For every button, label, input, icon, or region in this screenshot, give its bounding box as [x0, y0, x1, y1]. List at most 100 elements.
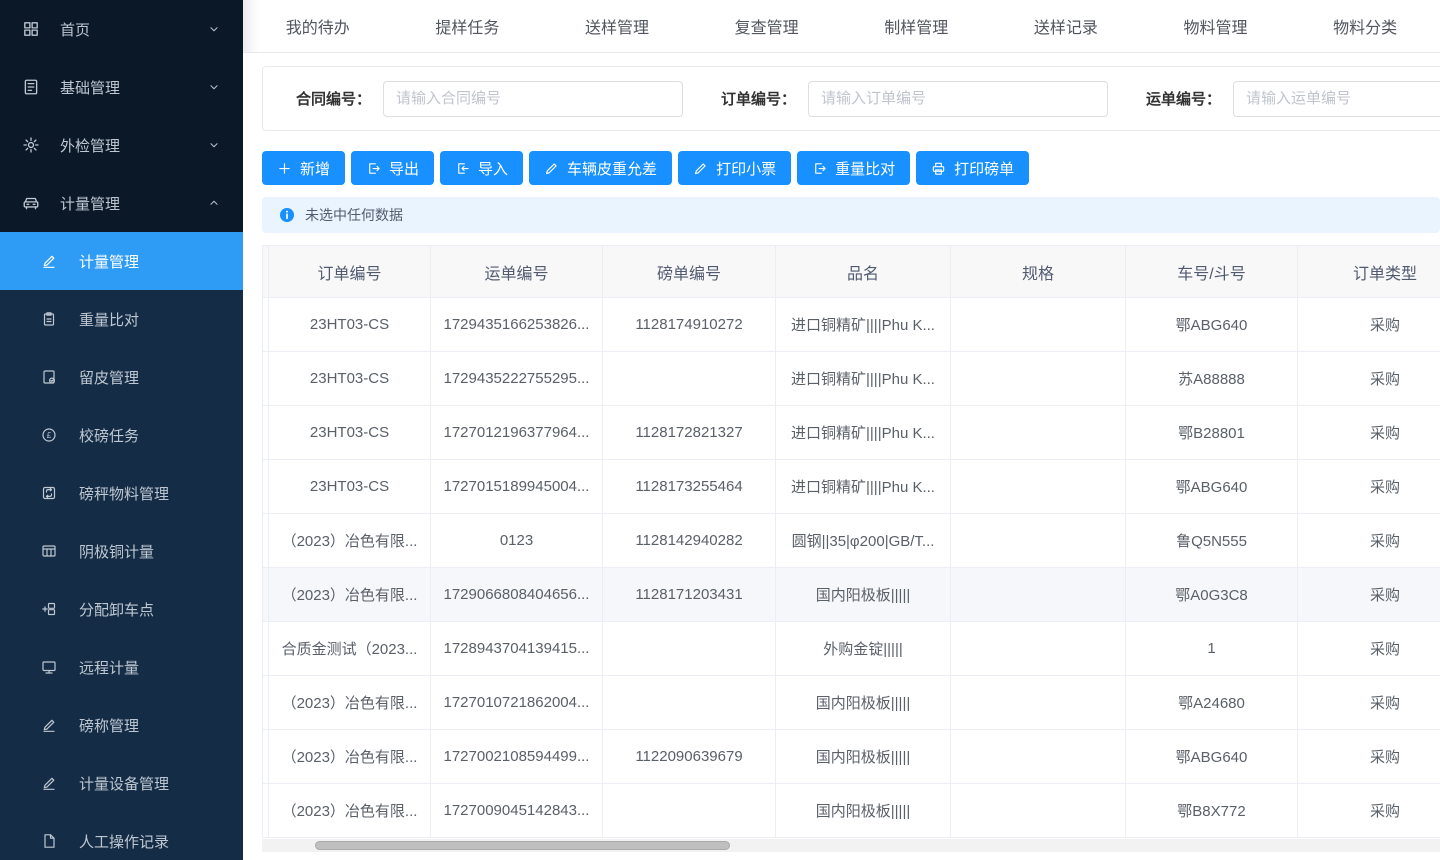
table-row[interactable]: 合质金测试（2023...1728943704139415...外购金锭||||…	[263, 622, 1440, 676]
contract-no-input[interactable]	[383, 81, 683, 117]
table-row[interactable]: （2023）冶色有限...1727010721862004...国内阳极板|||…	[263, 676, 1440, 730]
sidebar-item-tare-retention-mgmt[interactable]: 留皮管理	[0, 348, 243, 406]
table-row[interactable]: （2023）冶色有限...1727009045142843...国内阳极板|||…	[263, 784, 1440, 838]
plus-icon	[277, 161, 292, 176]
file-check-icon	[41, 369, 57, 385]
sidebar-item-basic-mgmt[interactable]: 基础管理	[0, 58, 243, 116]
table-cell: 1729066808404656...	[431, 568, 603, 622]
add-button[interactable]: 新增	[262, 151, 345, 185]
button-label: 打印小票	[716, 158, 776, 179]
table-cell: 鄂ABG640	[1126, 460, 1298, 514]
table-cell	[951, 568, 1126, 622]
column-header[interactable]: 磅单编号	[603, 246, 776, 298]
tab-sample-making-mgmt[interactable]: 制样管理	[842, 14, 992, 38]
sidebar-item-scale-mgmt[interactable]: 磅称管理	[0, 696, 243, 754]
alert-text: 未选中任何数据	[305, 205, 403, 225]
sidebar-item-remote-metering[interactable]: 远程计量	[0, 638, 243, 696]
tab-sample-delivery-record[interactable]: 送样记录	[991, 14, 1141, 38]
vehicle-tare-tolerance-button[interactable]: 车辆皮重允差	[529, 151, 672, 185]
sidebar-item-weight-compare[interactable]: 重量比对	[0, 290, 243, 348]
sidebar-item-label: 基础管理	[60, 77, 120, 98]
chevron-up-icon	[207, 196, 221, 210]
tab-recheck-mgmt[interactable]: 复查管理	[692, 14, 842, 38]
sidebar-item-label: 分配卸车点	[79, 599, 154, 620]
print-ticket-button[interactable]: 打印小票	[678, 151, 791, 185]
table-cell: 1728943704139415...	[431, 622, 603, 676]
sidebar-item-metering-mgmt[interactable]: 计量管理	[0, 174, 243, 232]
table-cell: 采购	[1298, 514, 1440, 568]
sidebar-item-manual-operation-log[interactable]: 人工操作记录	[0, 812, 243, 860]
export-button[interactable]: 导出	[351, 151, 434, 185]
table-cell: 23HT03-CS	[269, 298, 431, 352]
svg-text:£: £	[47, 431, 52, 440]
table-row[interactable]: （2023）冶色有限...1727002108594499...11220906…	[263, 730, 1440, 784]
sidebar: 首页 基础管理 外检管理 计量管理 计量管理 重量比对 留皮管理 £ 校磅任务 …	[0, 0, 243, 860]
order-no-input[interactable]	[808, 81, 1108, 117]
table-row[interactable]: 23HT03-CS1729435222755295...进口铜精矿||||Phu…	[263, 352, 1440, 406]
sidebar-item-label: 留皮管理	[79, 367, 139, 388]
chevron-down-icon	[207, 22, 221, 36]
clipboard-icon	[41, 311, 57, 327]
pound-circle-icon: £	[41, 427, 57, 443]
sidebar-item-cathode-copper-metering[interactable]: 阴极铜计量	[0, 522, 243, 580]
sidebar-item-external-inspection-mgmt[interactable]: 外检管理	[0, 116, 243, 174]
chevron-down-icon	[207, 138, 221, 152]
tab-material-mgmt[interactable]: 物料管理	[1141, 14, 1291, 38]
filter-group: 订单编号：	[721, 81, 1108, 117]
table-row[interactable]: 23HT03-CS1727015189945004...112817325546…	[263, 460, 1440, 514]
sidebar-item-home[interactable]: 首页	[0, 0, 243, 58]
sidebar-item-label: 计量设备管理	[79, 773, 169, 794]
table-row[interactable]: （2023）冶色有限...1729066808404656...11281712…	[263, 568, 1440, 622]
table-cell: 1729435166253826...	[431, 298, 603, 352]
button-label: 打印磅单	[954, 158, 1014, 179]
sidebar-item-metering-device-mgmt[interactable]: 计量设备管理	[0, 754, 243, 812]
sidebar-item-unload-point-assign[interactable]: 分配卸车点	[0, 580, 243, 638]
print-weighbridge-slip-button[interactable]: 打印磅单	[916, 151, 1029, 185]
table-cell: 国内阳极板|||||	[776, 784, 951, 838]
table-cell: 进口铜精矿||||Phu K...	[776, 406, 951, 460]
sidebar-item-label: 远程计量	[79, 657, 139, 678]
column-header[interactable]: 订单编号	[269, 246, 431, 298]
monitor-icon	[41, 659, 57, 675]
table-row[interactable]: （2023）冶色有限...01231128142940282圆钢||35|φ20…	[263, 514, 1440, 568]
table-cell	[603, 352, 776, 406]
table-cell: 鲁Q5N555	[1126, 514, 1298, 568]
column-header[interactable]: 订单类型	[1298, 246, 1440, 298]
sync-square-icon	[41, 485, 57, 501]
button-label: 重量比对	[835, 158, 895, 179]
pencil-icon	[41, 717, 57, 733]
table-cell: 鄂B28801	[1126, 406, 1298, 460]
scrollbar-thumb[interactable]	[315, 841, 730, 850]
column-header[interactable]: 车号/斗号	[1126, 246, 1298, 298]
import-button[interactable]: 导入	[440, 151, 523, 185]
column-header[interactable]: 品名	[776, 246, 951, 298]
column-header[interactable]: 规格	[951, 246, 1126, 298]
weight-compare-button[interactable]: 重量比对	[797, 151, 910, 185]
tab-my-todo[interactable]: 我的待办	[243, 14, 393, 38]
sidebar-item-label: 阴极铜计量	[79, 541, 154, 562]
button-label: 导出	[389, 158, 419, 179]
sidebar-item-label: 外检管理	[60, 135, 120, 156]
sidebar-item-scale-material-mgmt[interactable]: 磅秤物料管理	[0, 464, 243, 522]
sidebar-item-scale-calibration-task[interactable]: £ 校磅任务	[0, 406, 243, 464]
grid-icon	[22, 20, 40, 38]
table-cell	[951, 514, 1126, 568]
gear-icon	[22, 136, 40, 154]
sidebar-item-label: 计量管理	[60, 193, 120, 214]
tab-sampling-task[interactable]: 提样任务	[393, 14, 543, 38]
filter-label: 运单编号：	[1146, 88, 1221, 109]
table-row[interactable]: 23HT03-CS1727012196377964...112817282132…	[263, 406, 1440, 460]
horizontal-scrollbar[interactable]	[262, 839, 1440, 852]
tab-material-category[interactable]: 物料分类	[1290, 14, 1440, 38]
table-cell: 采购	[1298, 406, 1440, 460]
export-icon	[812, 161, 827, 176]
tab-sample-delivery-mgmt[interactable]: 送样管理	[542, 14, 692, 38]
table-cell: 1727015189945004...	[431, 460, 603, 514]
table-cell: 采购	[1298, 568, 1440, 622]
column-header[interactable]: 运单编号	[431, 246, 603, 298]
waybill-no-input[interactable]	[1233, 81, 1440, 117]
data-table: 订单编号运单编号磅单编号品名规格车号/斗号订单类型 23HT03-CS17294…	[262, 245, 1440, 838]
table-cell: 1729435222755295...	[431, 352, 603, 406]
table-row[interactable]: 23HT03-CS1729435166253826...112817491027…	[263, 298, 1440, 352]
sidebar-item-metering-mgmt[interactable]: 计量管理	[0, 232, 243, 290]
